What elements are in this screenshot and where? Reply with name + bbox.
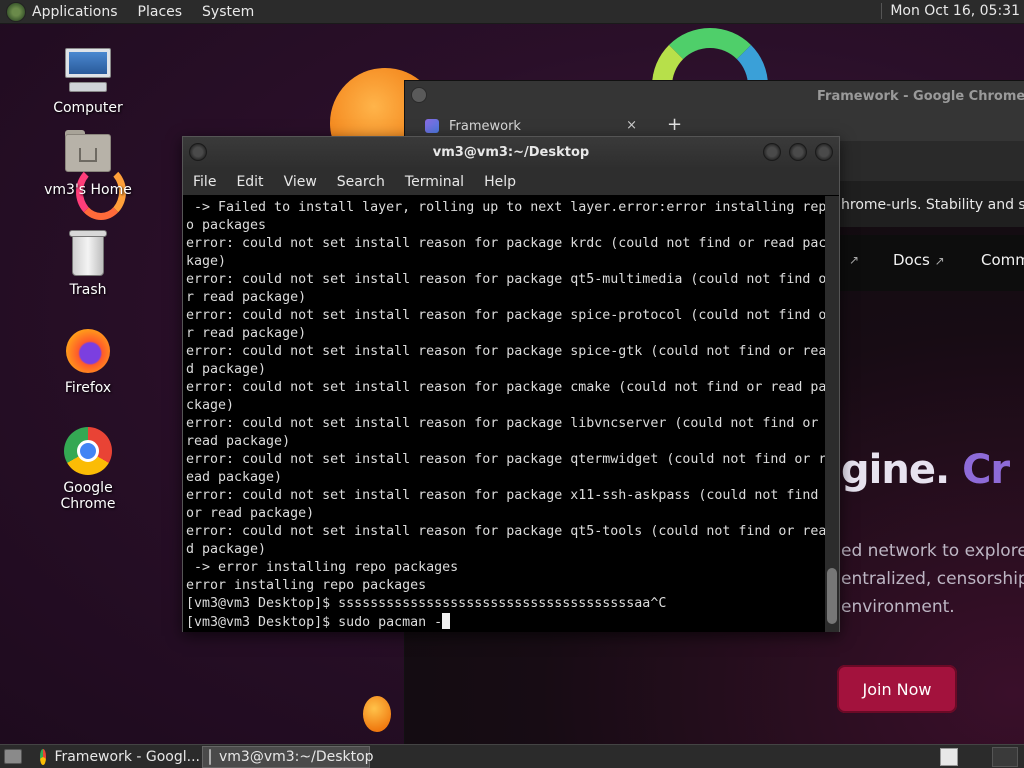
desktop-icon-label: Google Chrome (60, 480, 116, 512)
clock[interactable]: Mon Oct 16, 05:31 (881, 3, 1020, 19)
terminal-line: error: could not set install reason for … (186, 272, 825, 287)
terminal-line: error: could not set install reason for … (186, 524, 825, 539)
external-link-icon: ↗ (849, 253, 860, 267)
join-now-button[interactable]: Join Now (837, 665, 957, 713)
chrome-icon (40, 749, 47, 765)
terminal-cursor (442, 613, 451, 629)
trash-icon (63, 228, 113, 278)
terminal-line: error: could not set install reason for … (186, 344, 825, 359)
new-tab-button[interactable]: + (667, 114, 682, 135)
desktop-icon-firefox[interactable]: Firefox (38, 326, 138, 396)
terminal-line: error: could not set install reason for … (186, 308, 825, 323)
places-menu[interactable]: Places (138, 4, 183, 20)
terminal-line: kage) (186, 254, 227, 269)
terminal-line: [vm3@vm3 Desktop]$ sssssssssssssssssssss… (186, 596, 667, 611)
desktop-icon-chrome[interactable]: Google Chrome (38, 426, 138, 512)
terminal-line: or read package) (186, 506, 315, 521)
terminal-line: -> Failed to install layer, rolling up t… (186, 200, 825, 215)
desktop-icon-label: vm3's Home (44, 182, 132, 198)
menu-edit[interactable]: Edit (236, 174, 263, 190)
desktop-icon-label: Computer (53, 100, 123, 116)
desktop-icon-home[interactable]: vm3's Home (38, 128, 138, 198)
terminal-line: o packages (186, 218, 267, 233)
wallpaper-drop (363, 696, 391, 732)
terminal-line: error: could not set install reason for … (186, 416, 825, 431)
menu-search[interactable]: Search (337, 174, 385, 190)
hero-subtext: ed network to explore t entralized, cens… (841, 541, 1024, 617)
terminal-line: error: could not set install reason for … (186, 380, 825, 395)
show-desktop-icon[interactable] (4, 749, 22, 764)
terminal-line: error installing repo packages (186, 578, 427, 593)
terminal-titlebar[interactable]: vm3@vm3:~/Desktop (183, 137, 839, 169)
window-menu-button[interactable] (411, 87, 427, 103)
terminal-output[interactable]: -> Failed to install layer, rolling up t… (183, 196, 825, 632)
taskbar-item-terminal[interactable]: vm3@vm3:~/Desktop (202, 746, 374, 768)
taskbar-item-chrome[interactable]: Framework - Googl... (34, 746, 200, 768)
desktop-icon-trash[interactable]: Trash (38, 228, 138, 298)
workspace-2-icon[interactable] (992, 747, 1018, 767)
terminal-line: d package) (186, 362, 267, 377)
terminal-line: error: could not set install reason for … (186, 452, 825, 467)
chrome-icon (63, 426, 113, 476)
computer-icon (63, 46, 113, 96)
tab-label: Framework (449, 118, 521, 134)
framework-favicon-icon (425, 119, 439, 133)
terminal-line: ead package) (186, 470, 283, 485)
terminal-line: d package) (186, 542, 267, 557)
chrome-window-title: Framework - Google Chrome (817, 89, 1024, 104)
terminal-line: ckage) (186, 398, 235, 413)
terminal-line: r read package) (186, 326, 307, 341)
menu-view[interactable]: View (284, 174, 317, 190)
taskbar-item-label: vm3@vm3:~/Desktop (219, 749, 374, 765)
minimize-button[interactable] (763, 143, 781, 161)
close-tab-icon[interactable]: × (626, 118, 637, 133)
bottom-taskbar: Framework - Googl... vm3@vm3:~/Desktop (0, 744, 1024, 768)
terminal-icon (209, 749, 211, 765)
chrome-titlebar[interactable]: Framework - Google Chrome (405, 81, 1024, 111)
top-panel: Applications Places System Mon Oct 16, 0… (0, 0, 1024, 24)
taskbar-item-label: Framework - Googl... (54, 749, 200, 765)
nav-docs-link[interactable]: Docs ↗ (893, 251, 945, 269)
close-button[interactable] (815, 143, 833, 161)
external-link-icon: ↗ (934, 254, 945, 268)
terminal-line: error: could not set install reason for … (186, 488, 825, 503)
terminal-menubar: File Edit View Search Terminal Help (183, 169, 839, 195)
scrollbar-thumb[interactable] (827, 568, 837, 624)
menu-terminal[interactable]: Terminal (405, 174, 464, 190)
terminal-scrollbar[interactable] (825, 196, 839, 632)
desktop-icon-computer[interactable]: Computer (38, 46, 138, 116)
terminal-line: r read package) (186, 290, 307, 305)
nav-community-link[interactable]: Comm (981, 251, 1024, 269)
terminal-line: read package) (186, 434, 291, 449)
terminal-line: [vm3@vm3 Desktop]$ sudo pacman - (186, 613, 825, 632)
menu-file[interactable]: File (193, 174, 216, 190)
terminal-line: error: could not set install reason for … (186, 236, 825, 251)
hero-headline: gine. Cr (841, 447, 1010, 493)
applications-menu[interactable]: Applications (32, 4, 118, 20)
terminal-line: -> error installing repo packages (186, 560, 459, 575)
desktop-icon-label: Trash (69, 282, 107, 298)
system-menu[interactable]: System (202, 4, 254, 20)
firefox-icon (63, 326, 113, 376)
terminal-title: vm3@vm3:~/Desktop (432, 145, 590, 160)
maximize-button[interactable] (789, 143, 807, 161)
workspace-switcher-icon[interactable] (940, 748, 958, 766)
menu-help[interactable]: Help (484, 174, 516, 190)
home-folder-icon (63, 128, 113, 178)
distro-logo-icon[interactable] (6, 1, 26, 22)
desktop-icon-label: Firefox (64, 380, 112, 396)
terminal-window[interactable]: vm3@vm3:~/Desktop File Edit View Search … (182, 136, 840, 632)
